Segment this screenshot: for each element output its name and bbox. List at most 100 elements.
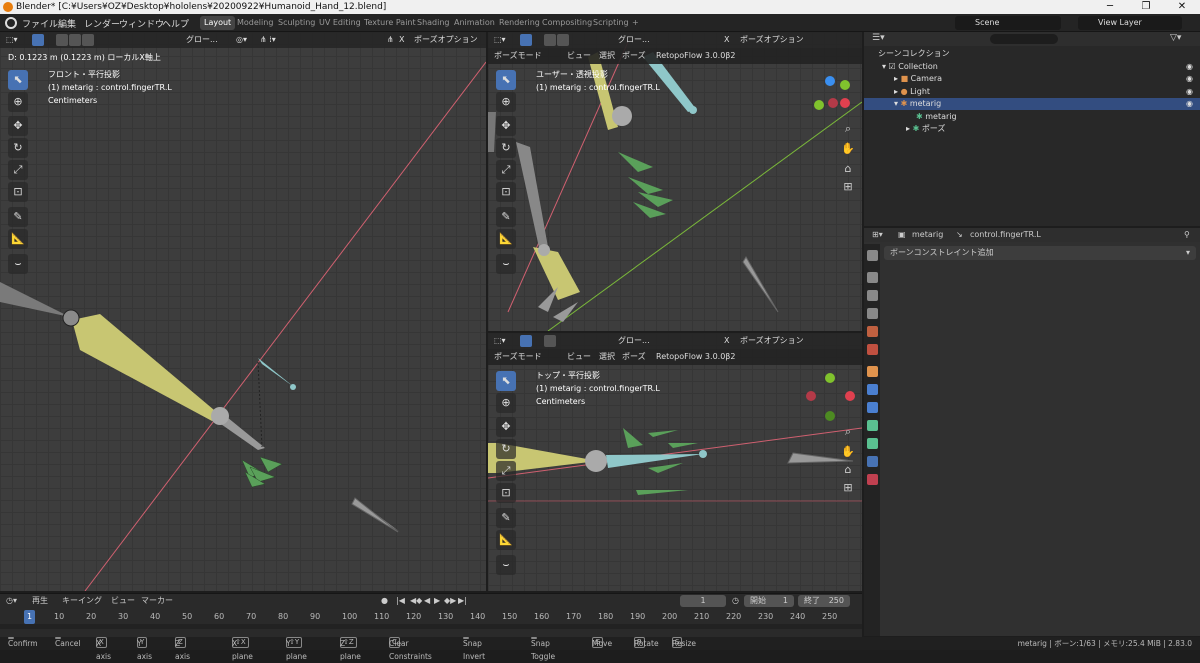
play-reverse-icon[interactable]: ◀ xyxy=(424,594,430,608)
pivot-icon[interactable]: ◎▾ xyxy=(236,32,247,48)
world-tab-icon[interactable] xyxy=(867,344,878,355)
workspace-tab-compositing[interactable]: Compositing xyxy=(538,16,596,30)
editor-type-button[interactable]: ⬚▾ xyxy=(494,32,506,48)
next-keyframe-icon[interactable]: ◆▶ xyxy=(444,594,456,608)
add-workspace-button[interactable]: + xyxy=(628,16,643,30)
pose-tool-icon[interactable]: ⌣ xyxy=(496,555,516,575)
transform-orientation[interactable]: グロー... xyxy=(186,32,218,48)
close-window-button[interactable]: ✕ xyxy=(1164,0,1200,14)
constraints-tab-icon[interactable] xyxy=(867,402,878,413)
menu-window[interactable]: ウィンドウ xyxy=(119,17,164,30)
workspace-tab-animation[interactable]: Animation xyxy=(450,16,499,30)
pose-mode-select[interactable]: ポーズモード xyxy=(494,349,542,365)
outliner-editor-icon[interactable]: ☰▾ xyxy=(872,33,885,43)
tweak-tool-icon[interactable]: ⬉ xyxy=(496,371,516,391)
workspace-tab-scripting[interactable]: Scripting xyxy=(589,16,633,30)
select-extend-icon[interactable] xyxy=(557,34,569,46)
gizmo-x-axis[interactable] xyxy=(840,98,850,108)
viewport-front[interactable]: ⬚▾ グロー... ◎▾ ⋔ ⁞▾ ⋔ X ポーズオプション D: 0.1223… xyxy=(0,32,486,591)
menu-marker[interactable]: マーカー xyxy=(141,594,173,608)
filter-icon[interactable]: ▽▾ xyxy=(1170,33,1181,43)
menu-select[interactable]: 選択 xyxy=(599,349,615,365)
add-bone-constraint-dropdown[interactable]: ボーンコンストレイント追加 ▾ xyxy=(884,246,1196,260)
workspace-tab-sculpting[interactable]: Sculpting xyxy=(274,16,319,30)
finger-bones[interactable] xyxy=(241,456,283,488)
pose-mode-select[interactable]: ポーズモード xyxy=(494,48,542,64)
gizmo-y-axis[interactable] xyxy=(840,80,850,90)
bone-cyan[interactable] xyxy=(258,358,294,387)
gizmo-neg-x-axis[interactable] xyxy=(828,98,838,108)
current-frame-field[interactable]: 1 xyxy=(680,595,726,607)
measure-tool-icon[interactable]: 📐 xyxy=(8,229,28,249)
pan-hand-icon[interactable]: ✋ xyxy=(841,142,855,156)
workspace-tab-modeling[interactable]: Modeling xyxy=(233,16,277,30)
play-icon[interactable]: ▶ xyxy=(434,594,440,608)
menu-edit[interactable]: 編集 xyxy=(58,17,76,30)
select-box-icon[interactable] xyxy=(544,34,556,46)
scene-tab-icon[interactable] xyxy=(867,326,878,337)
move-tool-icon[interactable]: ✥ xyxy=(496,116,516,136)
retopoflow-menu[interactable]: RetopoFlow 3.0.0β2 xyxy=(656,349,735,365)
menu-keying[interactable]: キーイング xyxy=(62,594,102,608)
bone-cyan-tip[interactable] xyxy=(699,450,707,458)
menu-view[interactable]: ビュー xyxy=(111,594,135,608)
gizmo-x-axis[interactable] xyxy=(845,391,855,401)
viewport-top[interactable]: ⬚▾ グロー... X ポーズオプション ポーズモード ビュー 選択 ポーズ R… xyxy=(488,333,862,591)
prev-keyframe-icon[interactable]: ◀◆ xyxy=(410,594,422,608)
pose-options[interactable]: ポーズオプション xyxy=(740,32,804,48)
bone-grey[interactable] xyxy=(516,142,548,252)
menu-file[interactable]: ファイル xyxy=(22,17,58,30)
physics-tab-icon[interactable] xyxy=(867,384,878,395)
maximize-button[interactable]: ❐ xyxy=(1128,0,1164,14)
minimize-button[interactable]: ─ xyxy=(1092,0,1128,14)
bone-yellow[interactable] xyxy=(72,314,220,421)
scale-tool-icon[interactable]: ⤢ xyxy=(496,160,516,180)
pose-tool-icon[interactable]: ⌣ xyxy=(496,254,516,274)
zoom-icon[interactable]: ⌕ xyxy=(841,425,855,439)
annotate-tool-icon[interactable]: ✎ xyxy=(8,207,28,227)
select-box-icon[interactable] xyxy=(56,34,68,46)
outliner-search-input[interactable] xyxy=(990,34,1058,44)
scene-selector[interactable]: Scene xyxy=(955,16,1061,30)
gizmo-neg-y-axis[interactable] xyxy=(814,100,824,110)
cursor-tool-icon[interactable]: ⊕ xyxy=(496,393,516,413)
bone-loose-body[interactable] xyxy=(351,497,399,533)
menu-help[interactable]: ヘルプ xyxy=(162,17,189,30)
x-mirror-toggle[interactable]: X xyxy=(724,333,729,349)
workspace-tab-rendering[interactable]: Rendering xyxy=(495,16,544,30)
zoom-icon[interactable]: ⌕ xyxy=(841,122,855,136)
pin-icon[interactable]: ⚲ xyxy=(1184,228,1190,242)
measure-tool-icon[interactable]: 📐 xyxy=(496,229,516,249)
workspace-tab-uv-editing[interactable]: UV Editing xyxy=(315,16,365,30)
joint-mid[interactable] xyxy=(538,244,550,256)
output-tab-icon[interactable] xyxy=(867,290,878,301)
texture-tab-icon[interactable] xyxy=(867,474,878,485)
snap-icon[interactable]: ⋔ ⁞▾ xyxy=(260,32,276,48)
menu-view[interactable]: ビュー xyxy=(567,48,591,64)
jump-end-icon[interactable]: ▶| xyxy=(458,594,467,608)
editor-type-button[interactable]: ⬚▾ xyxy=(494,333,506,349)
scale-tool-icon[interactable]: ⤢ xyxy=(496,461,516,481)
x-mirror-toggle[interactable]: X xyxy=(724,32,729,48)
view-layer-selector[interactable]: View Layer xyxy=(1078,16,1182,30)
playhead-frame[interactable]: 1 xyxy=(24,610,36,624)
rotate-tool-icon[interactable]: ↻ xyxy=(496,138,516,158)
gizmo-y-axis[interactable] xyxy=(825,373,835,383)
pose-options[interactable]: ポーズオプション xyxy=(740,333,804,349)
workspace-tab-layout[interactable]: Layout xyxy=(200,16,236,30)
pose-tool-icon[interactable]: ⌣ xyxy=(8,254,28,274)
timeline-ruler[interactable]: 1 10 20 30 40 50 60 70 80 90 100 110 120 130 140 150 16… xyxy=(0,610,862,624)
annotate-tool-icon[interactable]: ✎ xyxy=(496,508,516,528)
camera-view-icon[interactable]: ⌂ xyxy=(841,162,855,176)
record-icon[interactable]: ● xyxy=(381,594,388,608)
tool-tab-icon[interactable] xyxy=(867,250,878,261)
move-tool-icon[interactable]: ✥ xyxy=(8,116,28,136)
pose-options[interactable]: ポーズオプション xyxy=(414,32,478,48)
bone-tip[interactable] xyxy=(290,384,296,390)
outliner-row-pose[interactable]: ▸ ✱ ポーズ xyxy=(864,123,1200,135)
timeline-scrollbar[interactable] xyxy=(0,624,862,629)
menu-pose[interactable]: ポーズ xyxy=(622,349,646,365)
move-tool-icon[interactable]: ✥ xyxy=(496,417,516,437)
finger-bones[interactable] xyxy=(618,152,673,218)
menu-render[interactable]: レンダー xyxy=(84,17,120,30)
